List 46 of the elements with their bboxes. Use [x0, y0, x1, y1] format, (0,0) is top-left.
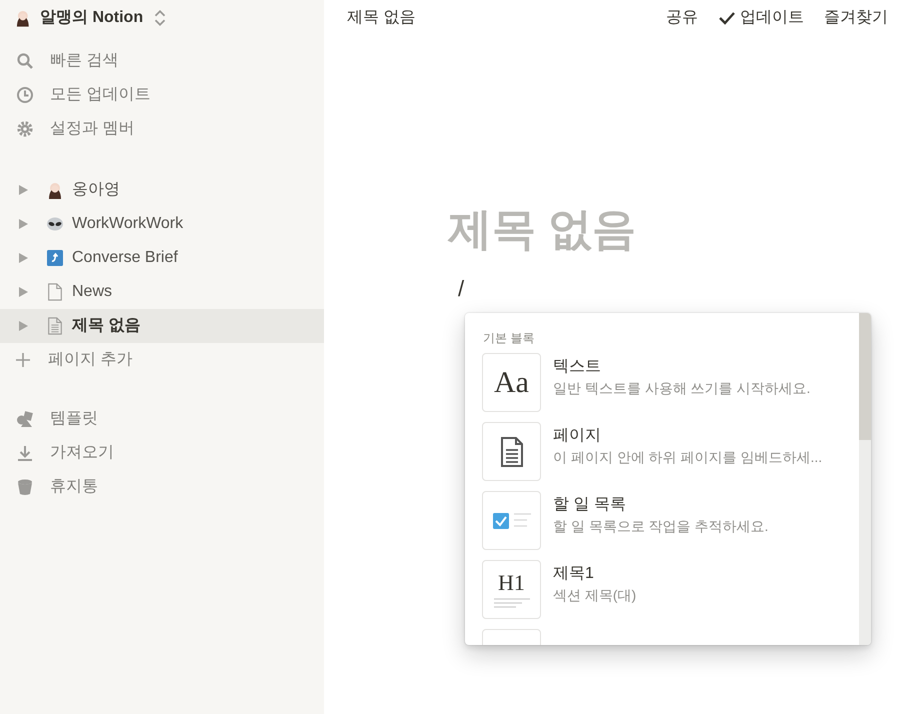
sidebar-item[interactable]: 템플릿 [0, 402, 324, 436]
avatar-icon [46, 181, 64, 199]
sidebar-item[interactable]: 가져오기 [0, 436, 324, 470]
shapes-icon [16, 410, 34, 428]
sidebar-item[interactable]: 빠른 검색 [0, 44, 324, 78]
trash-icon [16, 478, 34, 496]
block-option[interactable]: H1 제목1 섹션 제목(대) [465, 560, 871, 629]
document-icon [500, 436, 522, 466]
clock-icon [16, 86, 34, 104]
sidebar-item[interactable]: 설정과 멤버 [0, 112, 324, 146]
expand-icon [16, 217, 30, 231]
block-option[interactable]: 페이지 이 페이지 안에 하위 페이지를 임베드하세... [465, 422, 871, 491]
expand-icon [16, 285, 30, 299]
page-item[interactable]: WorkWorkWork [0, 207, 324, 241]
topbar-button[interactable]: 공유 [660, 6, 704, 30]
alien-icon [46, 215, 64, 233]
page-icon [46, 283, 64, 301]
sidebar-item[interactable]: 모든 업데이트 [0, 78, 324, 112]
document-icon [46, 317, 64, 335]
text-block-glyph: Aa [494, 368, 529, 398]
lines-icon [494, 598, 530, 608]
breadcrumb-title[interactable]: 제목 없음 [347, 6, 416, 30]
page-item[interactable]: 제목 없음 [0, 309, 324, 343]
expand-icon [16, 251, 30, 265]
block-option[interactable]: 할 일 목록 할 일 목록으로 작업을 추적하세요. [465, 491, 871, 560]
app-icon [46, 249, 64, 267]
typed-text: / [458, 275, 464, 304]
search-icon [16, 52, 34, 70]
plus-icon [14, 351, 32, 369]
page-item[interactable]: News [0, 275, 324, 309]
scrollbar[interactable] [859, 313, 871, 645]
download-icon [16, 444, 34, 462]
page-item[interactable]: Converse Brief [0, 241, 324, 275]
update-button[interactable]: 업데이트 [712, 6, 810, 30]
heading-block-glyph: H1 [498, 572, 525, 594]
sidebar-item[interactable]: 휴지통 [0, 470, 324, 504]
expand-icon [16, 183, 30, 197]
page-item[interactable]: 옹아영 [0, 173, 324, 207]
block-option[interactable]: Aa 텍스트 일반 텍스트를 사용해 쓰기를 시작하세요. [465, 353, 871, 422]
add-page-item[interactable]: 페이지 추가 [0, 343, 324, 377]
checklist-icon [492, 512, 530, 530]
workspace-name[interactable]: 알맹의 Notion [40, 6, 144, 30]
section-label: 기본 블록 [483, 331, 534, 345]
settings-icon [16, 120, 34, 138]
topbar-button[interactable]: 즐겨찾기 [818, 6, 894, 30]
expand-icon [16, 319, 30, 333]
